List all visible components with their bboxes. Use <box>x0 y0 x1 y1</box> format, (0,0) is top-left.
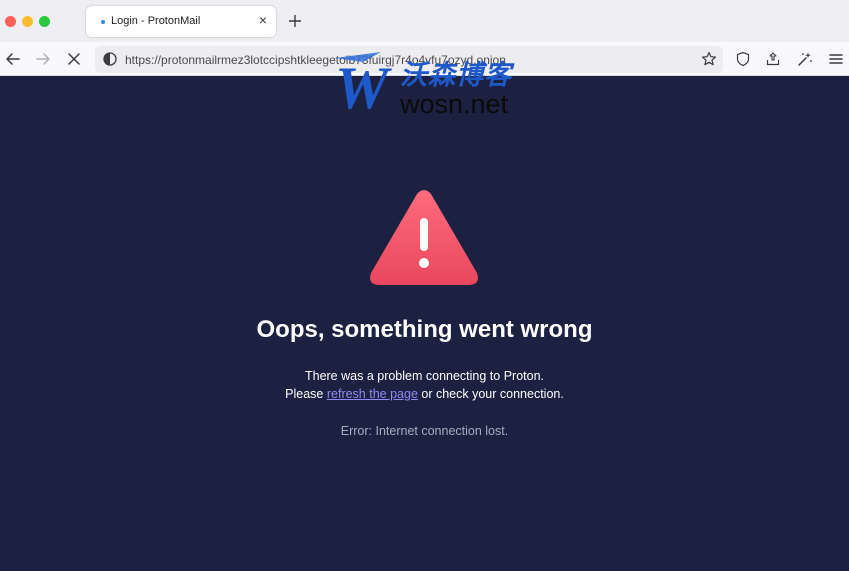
instruction-prefix: Please <box>285 387 327 401</box>
warning-icon <box>370 190 478 285</box>
window-maximize-button[interactable] <box>39 16 50 27</box>
bookmark-star-icon[interactable] <box>701 51 717 67</box>
error-message: There was a problem connecting to Proton… <box>304 369 545 383</box>
error-instruction: Please refresh the page or check your co… <box>0 387 849 401</box>
error-detail: Error: Internet connection lost. <box>340 424 509 438</box>
stop-loading-icon[interactable] <box>66 51 82 67</box>
watermark-text-cn: 沃森博客 <box>400 60 512 90</box>
tab-title: Login - ProtonMail <box>111 15 201 27</box>
tab-strip: Login - ProtonMail × <box>0 0 849 42</box>
refresh-page-link[interactable]: refresh the page <box>327 387 418 401</box>
tab-close-icon[interactable]: × <box>256 13 270 27</box>
loading-dot-icon <box>101 20 105 24</box>
error-title: Oops, something went wrong <box>256 316 593 343</box>
back-icon[interactable] <box>5 51 21 67</box>
site-identity-icon[interactable] <box>103 52 117 66</box>
watermark-logo-letter: W <box>335 55 392 114</box>
instruction-suffix: or check your connection. <box>417 387 564 401</box>
forward-icon[interactable] <box>35 51 51 67</box>
window-minimize-button[interactable] <box>22 16 33 27</box>
watermark-logo: W <box>335 52 392 114</box>
tab-login-protonmail[interactable]: Login - ProtonMail × <box>86 6 276 37</box>
menu-icon[interactable] <box>828 51 844 67</box>
customize-icon[interactable] <box>797 51 813 67</box>
new-tab-icon[interactable] <box>286 12 304 30</box>
extensions-icon[interactable] <box>765 51 781 67</box>
shield-icon[interactable] <box>735 51 751 67</box>
watermark-text-en: wosn.net <box>400 89 509 119</box>
window-close-button[interactable] <box>5 16 16 27</box>
